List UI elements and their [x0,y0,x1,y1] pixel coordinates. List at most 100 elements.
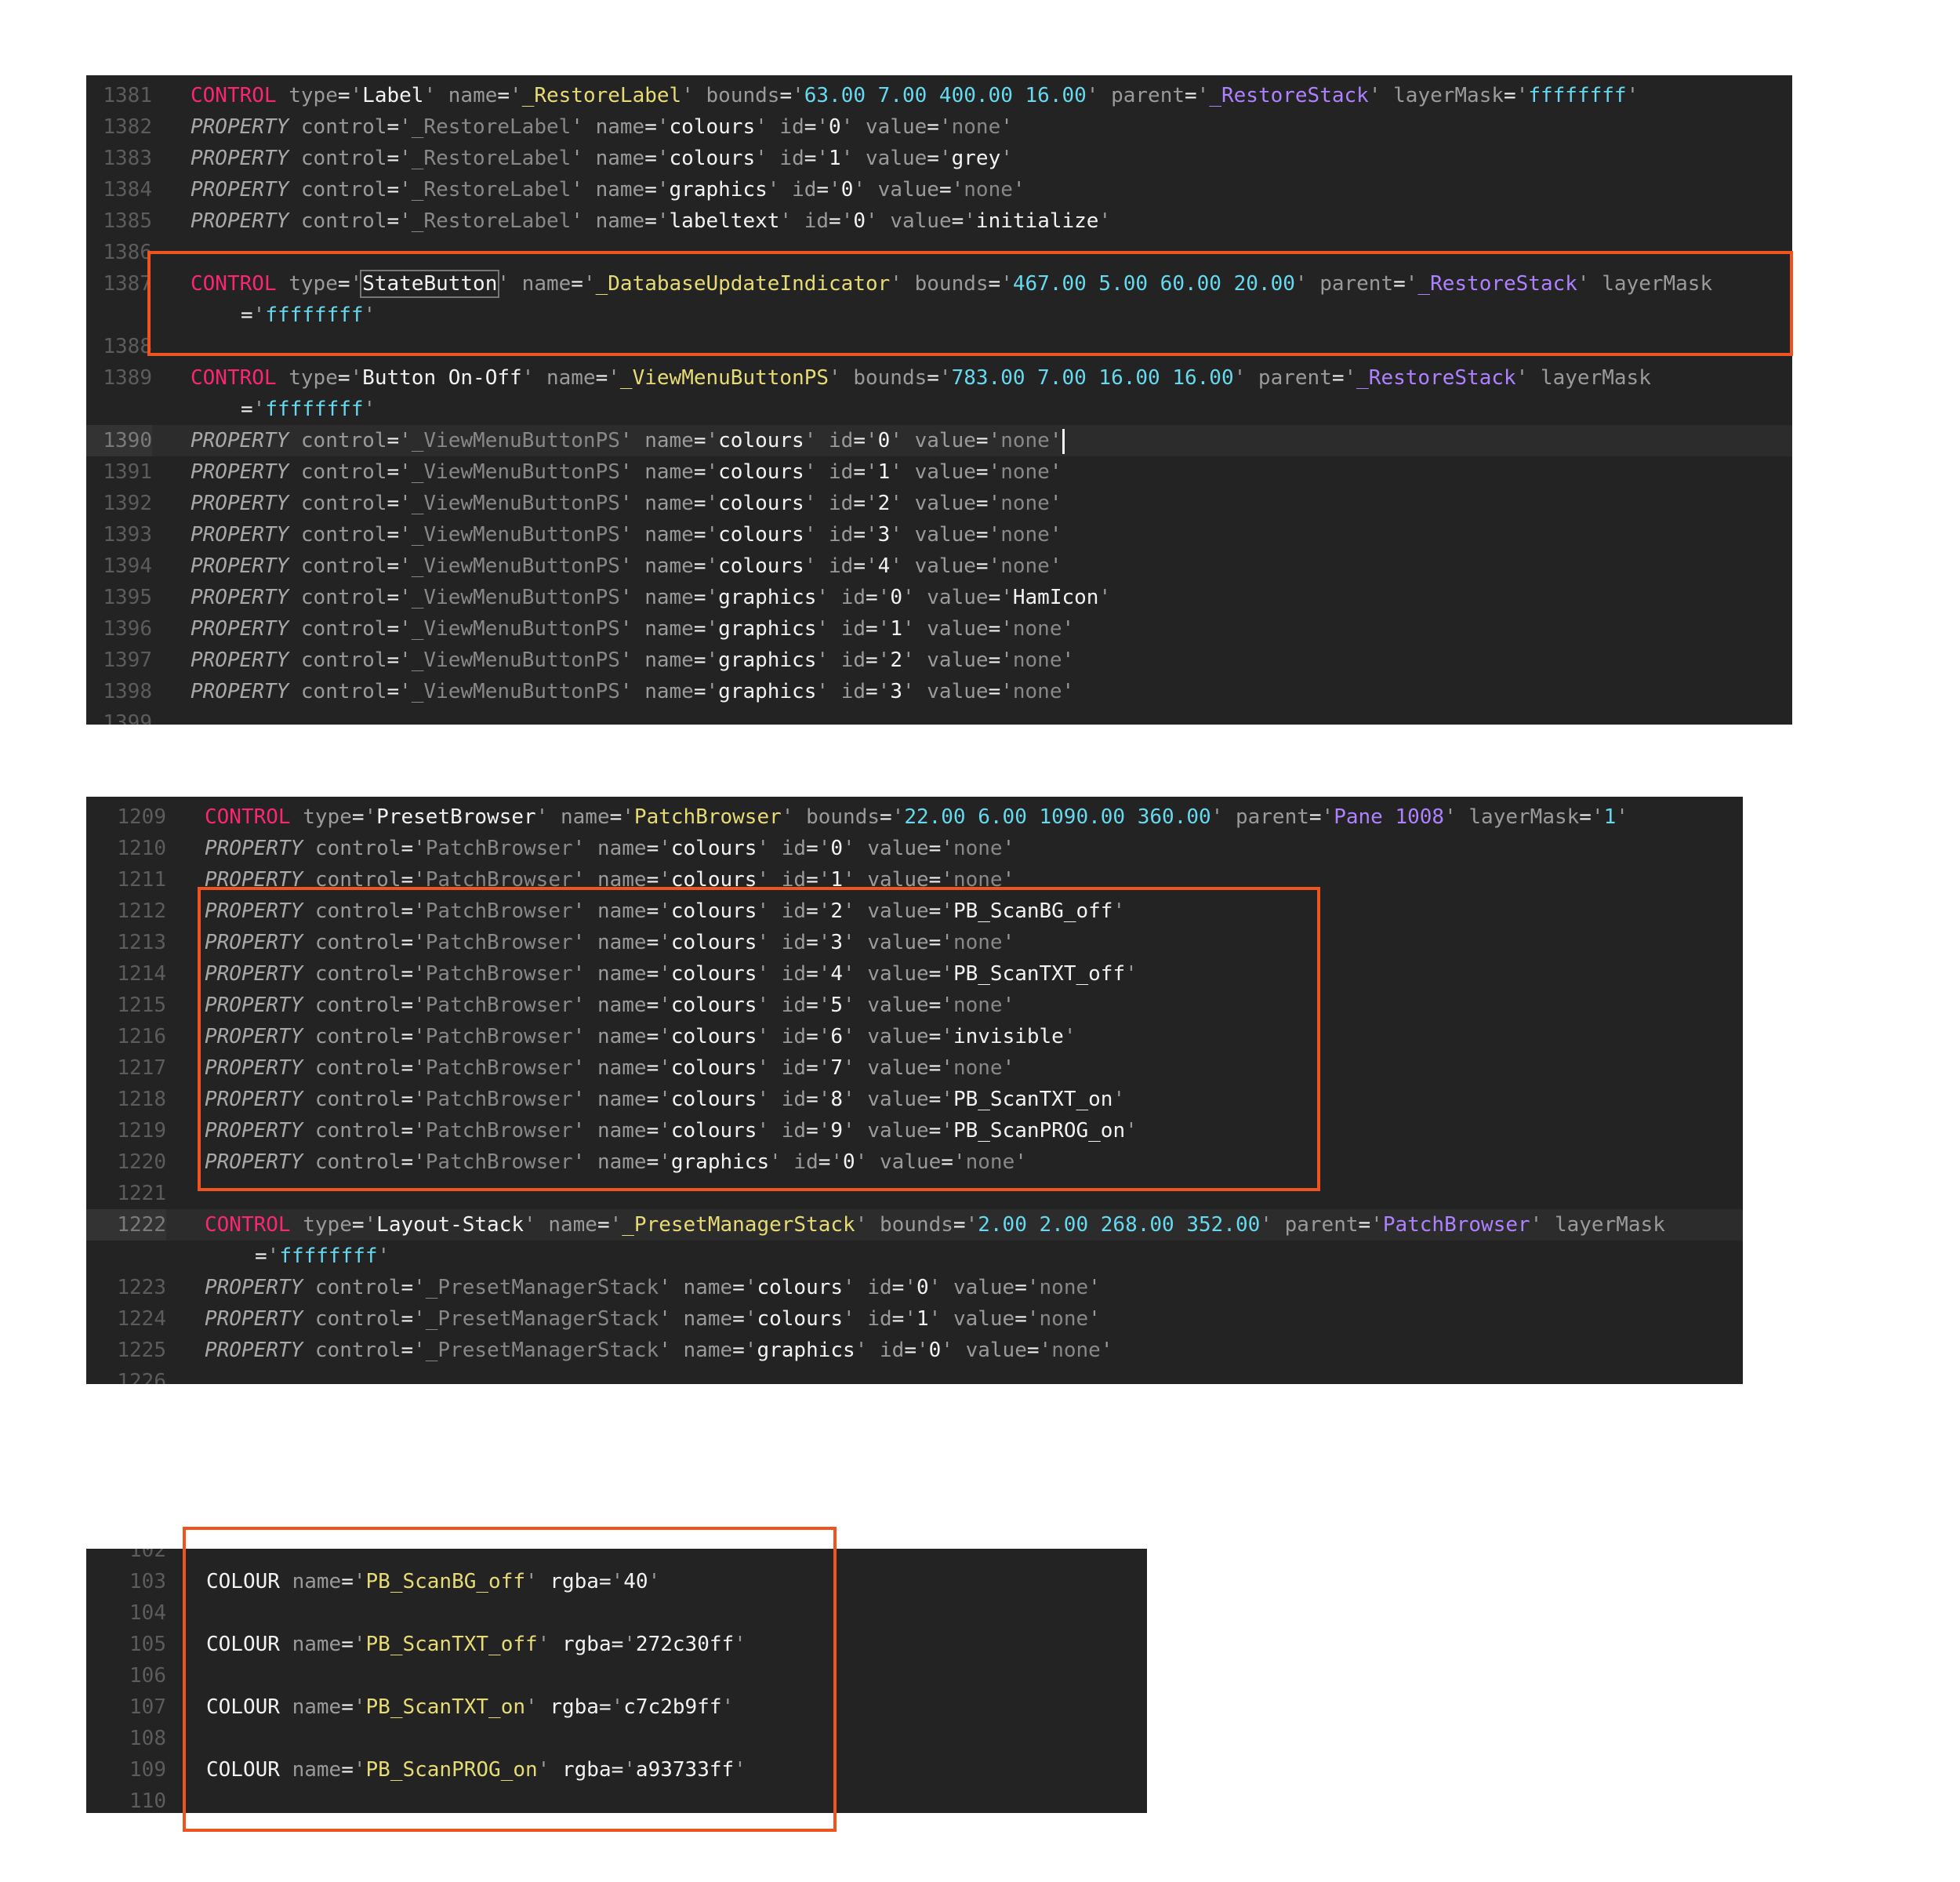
code-token: 0 [916,1276,929,1299]
code-line-text: PROPERTY control='_PresetManagerStack' n… [205,1272,1101,1303]
code-token: ' [1012,178,1025,202]
code-line[interactable]: 1396 PROPERTY control='_ViewMenuButtonPS'… [86,613,1792,645]
code-line[interactable]: 1392 PROPERTY control='_ViewMenuButtonPS'… [86,488,1792,519]
code-line[interactable]: 1224 PROPERTY control='_PresetManagerStac… [86,1303,1743,1335]
code-line[interactable]: 1216 PROPERTY control='PatchBrowser' name… [86,1021,1743,1052]
code-token: ' [902,649,915,672]
code-token: = [975,492,989,515]
code-token: colours [670,1088,757,1111]
code-line[interactable]: 110 [86,1786,1147,1813]
code-line[interactable]: 1398 PROPERTY control='_ViewMenuButtonPS'… [86,676,1792,707]
code-token: = [928,962,942,986]
code-token: ' [659,1088,671,1111]
code-token: 272c30ff [635,1633,735,1656]
code-token: ' [843,931,855,954]
code-line[interactable]: 106 [86,1660,1147,1691]
code-panel-controls[interactable]: 1381 CONTROL type='Label' name='_RestoreL… [86,75,1792,725]
code-line[interactable]: 108 [86,1723,1147,1754]
code-line[interactable]: 1223 PROPERTY control='_PresetManagerStac… [86,1272,1743,1303]
code-line[interactable]: 1220 PROPERTY control='PatchBrowser' name… [86,1146,1743,1178]
code-line[interactable]: 1391 PROPERTY control='_ViewMenuButtonPS'… [86,456,1792,488]
code-line[interactable]: 1213 PROPERTY control='PatchBrowser' name… [86,927,1743,958]
line-number: 109 [129,1758,166,1782]
code-token: ' [659,1119,671,1143]
code-token: PatchBrowser [1382,1213,1530,1237]
code-token: PatchBrowser [425,994,573,1017]
code-line[interactable]: 1382 PROPERTY control='_RestoreLabel' nam… [86,111,1792,143]
code-token: name [521,272,572,296]
code-line[interactable]: 1212 PROPERTY control='PatchBrowser' name… [86,896,1743,927]
code-line[interactable]: 1390 PROPERTY control='_ViewMenuButtonPS'… [86,425,1792,456]
code-token: 0 [840,178,854,202]
code-line[interactable]: 1399 [86,707,1792,725]
code-line[interactable]: 1389 CONTROL type='Button On-Off' name='_… [86,362,1792,394]
code-token: ' [951,178,964,202]
code-token: ' [1026,1276,1040,1299]
code-token: none [1000,429,1050,452]
code-line[interactable]: 1214 PROPERTY control='PatchBrowser' name… [86,958,1743,990]
code-token: = [387,649,400,672]
code-line[interactable]: 1222 CONTROL type='Layout-Stack' name='_P… [86,1209,1743,1241]
code-line[interactable]: 1210 PROPERTY control='PatchBrowser' name… [86,833,1743,864]
code-line[interactable]: 1395 PROPERTY control='_ViewMenuButtonPS'… [86,582,1792,613]
code-token: PROPERTY [191,147,289,170]
code-line[interactable]: ='ffffffff' [86,300,1792,331]
code-line[interactable]: 109 COLOUR name='PB_ScanPROG_on' rgba='a9… [86,1754,1147,1786]
code-panel-colours[interactable]: 102 103 COLOUR name='PB_ScanBG_off' rgba='… [86,1549,1147,1813]
code-line[interactable]: 1393 PROPERTY control='_ViewMenuButtonPS'… [86,519,1792,550]
line-number [86,394,152,425]
code-token: = [693,492,706,515]
code-line[interactable]: 1384 PROPERTY control='_RestoreLabel' nam… [86,174,1792,205]
code-token: id [867,1276,892,1299]
code-line[interactable]: ='ffffffff' [86,394,1792,425]
code-token: 3 [877,523,891,547]
code-line[interactable]: 104 [86,1597,1147,1629]
code-token: ' [818,1056,831,1080]
code-line-text: COLOUR name='PB_ScanBG_off' rgba='40' [206,1566,660,1597]
code-line[interactable]: 1387 CONTROL type='StateButton' name='_Da… [86,268,1792,300]
code-line[interactable]: 105 COLOUR name='PB_ScanTXT_off' rgba='27… [86,1629,1147,1660]
code-panel-patch-browser[interactable]: 1209 CONTROL type='PresetBrowser' name='P… [86,797,1743,1384]
code-line[interactable]: 102 [86,1549,1147,1566]
code-token: ' [413,1056,426,1080]
code-token: = [401,994,414,1017]
code-token: = [866,586,878,609]
code-line[interactable]: 1385 PROPERTY control='_RestoreLabel' nam… [86,205,1792,237]
code-line[interactable]: 1383 PROPERTY control='_RestoreLabel' nam… [86,143,1792,174]
code-line[interactable]: 1211 PROPERTY control='PatchBrowser' name… [86,864,1743,896]
code-token: ' [829,178,841,202]
code-token: colours [718,492,804,515]
code-line[interactable]: 107 COLOUR name='PB_ScanTXT_on' rgba='c7c… [86,1691,1147,1723]
code-line[interactable]: 103 COLOUR name='PB_ScanBG_off' rgba='40' [86,1566,1147,1597]
code-line[interactable]: 1221 [86,1178,1743,1209]
code-line[interactable]: 1394 PROPERTY control='_ViewMenuButtonPS'… [86,550,1792,582]
code-line[interactable]: 1381 CONTROL type='Label' name='_RestoreL… [86,80,1792,111]
code-token: ' [350,84,363,107]
code-line[interactable]: 1388 [86,331,1792,362]
code-line[interactable]: 1386 [86,237,1792,268]
code-line[interactable]: 1217 PROPERTY control='PatchBrowser' name… [86,1052,1743,1084]
code-line[interactable]: 1218 PROPERTY control='PatchBrowser' name… [86,1084,1743,1115]
code-line[interactable]: 1219 PROPERTY control='PatchBrowser' name… [86,1115,1743,1146]
code-token: ' [1062,617,1075,641]
code-token: ' [1530,1213,1543,1237]
code-token: = [904,1339,916,1362]
code-line[interactable]: ='ffffffff' [86,1241,1743,1272]
code-token: = [401,1150,414,1174]
code-token: = [806,899,818,923]
code-token: ' [399,429,412,452]
code-token: ' [1002,868,1015,892]
code-token: ' [843,1276,855,1299]
code-token: ' [855,1339,868,1362]
code-line[interactable]: 1209 CONTROL type='PresetBrowser' name='P… [86,801,1743,833]
code-line[interactable]: 1215 PROPERTY control='PatchBrowser' name… [86,990,1743,1021]
code-line[interactable]: 1225 PROPERTY control='_PresetManagerStac… [86,1335,1743,1366]
code-line[interactable]: 1397 PROPERTY control='_ViewMenuButtonPS'… [86,645,1792,676]
code-token: ' [866,554,878,578]
code-line[interactable]: 1226 [86,1366,1743,1384]
